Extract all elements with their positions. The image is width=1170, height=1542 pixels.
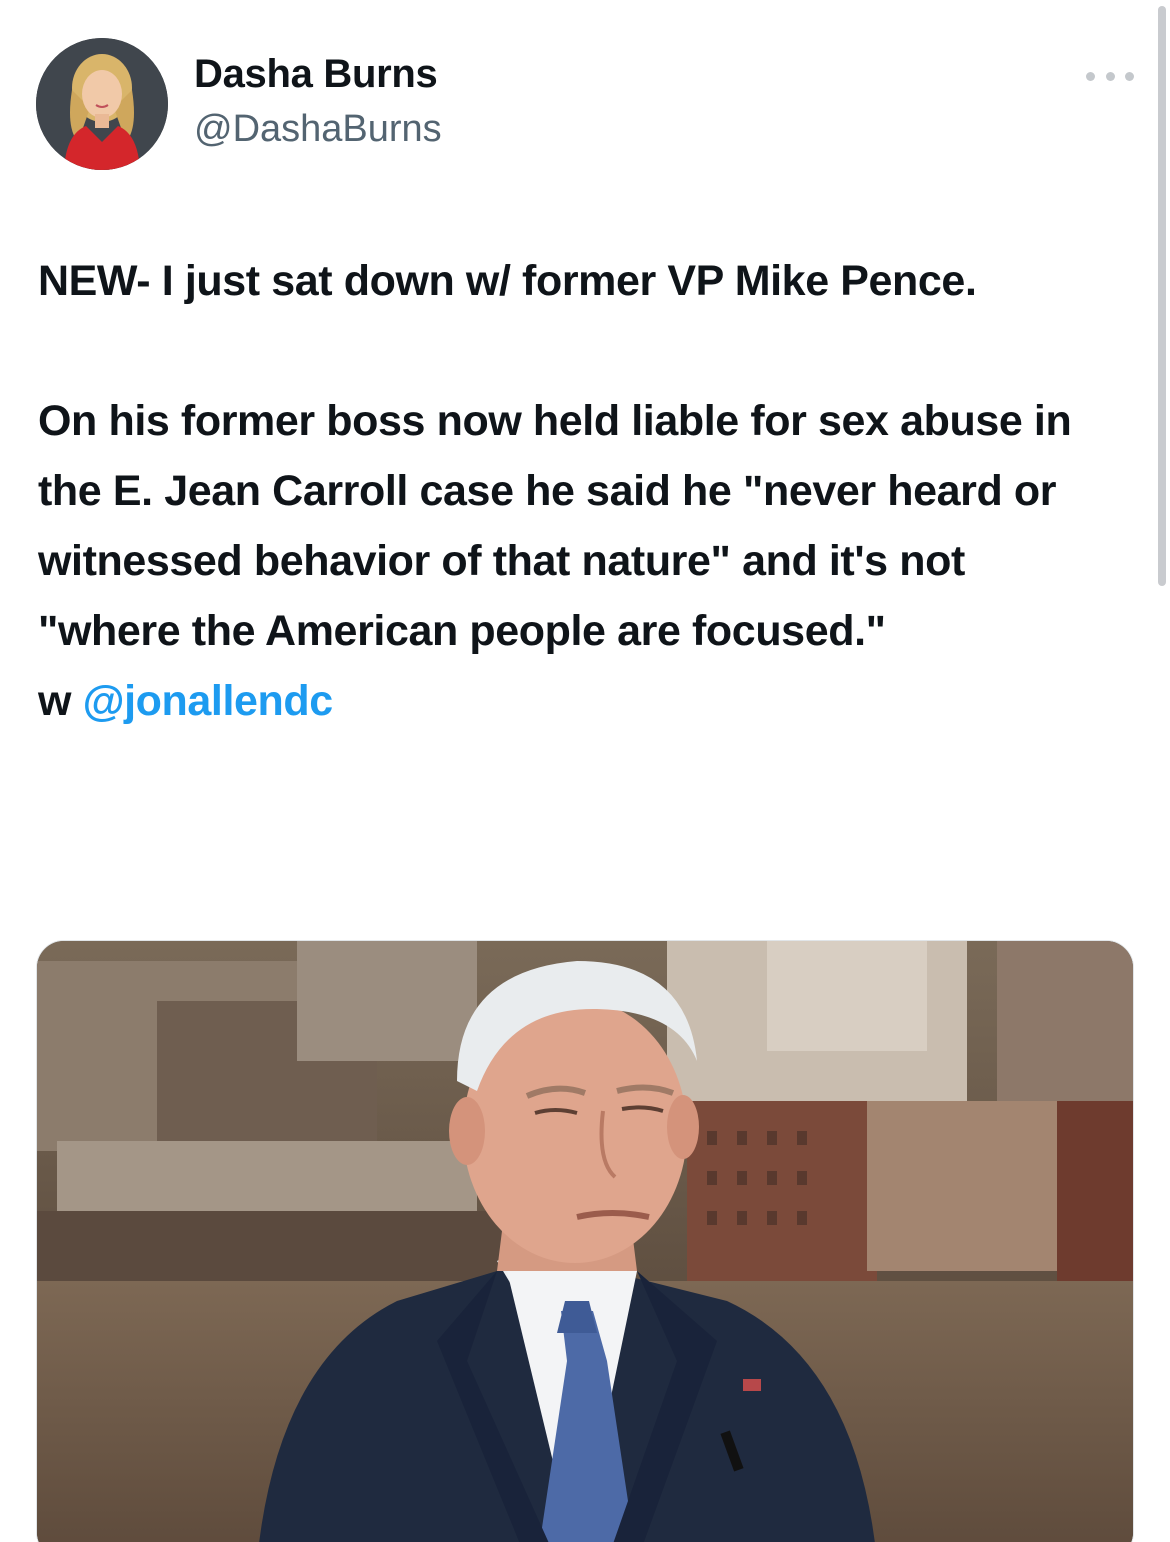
tweet-paragraph-2: On his former boss now held liable for s… <box>38 397 1072 655</box>
tweet-mention-line: w @jonallendc <box>38 666 1118 736</box>
user-handle[interactable]: @DashaBurns <box>194 108 442 151</box>
more-options-button[interactable] <box>1086 64 1134 88</box>
tweet-text: NEW- I just sat down w/ former VP Mike P… <box>38 246 1118 736</box>
profile-photo-icon <box>36 38 168 170</box>
mention-link[interactable]: @jonallendc <box>83 677 334 725</box>
avatar[interactable] <box>36 38 168 170</box>
display-name[interactable]: Dasha Burns <box>194 52 438 97</box>
with-prefix: w <box>38 677 72 725</box>
more-horizontal-icon <box>1086 71 1095 81</box>
tweet-paragraph-1: NEW- I just sat down w/ former VP Mike P… <box>38 257 977 305</box>
tweet-page: Dasha Burns @DashaBurns NEW- I just sat … <box>0 0 1170 1542</box>
tweet-media[interactable] <box>36 940 1134 1542</box>
photo-of-mike-pence-icon <box>37 941 1133 1542</box>
scrollbar[interactable] <box>1158 6 1166 586</box>
